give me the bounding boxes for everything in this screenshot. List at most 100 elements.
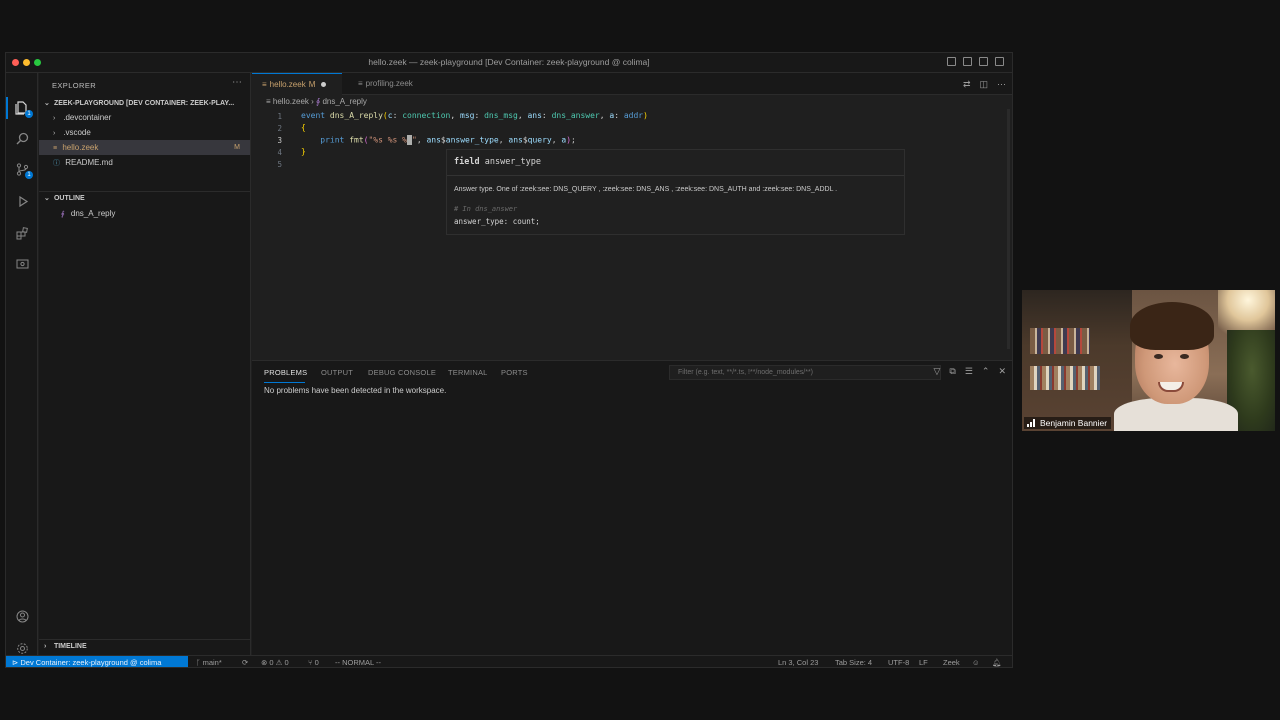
remote-explorer-icon[interactable] [14, 256, 30, 272]
tree-item-readme[interactable]: ⓘ README.md [39, 155, 250, 170]
branch-label: main* [202, 658, 222, 667]
tree-item-label: .vscode [63, 128, 91, 137]
outline-item[interactable]: ∮ dns_A_reply [39, 206, 250, 221]
breadcrumb-file[interactable]: hello.zeek [273, 97, 309, 106]
outline-item-label: dns_A_reply [70, 209, 116, 218]
tab-ports[interactable]: PORTS [501, 368, 528, 377]
zeek-file-icon: ≡ [358, 79, 363, 88]
compare-changes-icon[interactable]: ⇄ [963, 79, 971, 90]
tree-item-label: README.md [65, 158, 113, 167]
root-folder-header[interactable]: ⌄ ZEEK-PLAYGROUND [DEV CONTAINER: ZEEK-P… [39, 97, 250, 111]
ports-status[interactable]: ⑂ 0 [308, 656, 319, 667]
run-debug-icon[interactable] [14, 193, 30, 209]
zeek-file-icon: ≡ [266, 97, 273, 106]
remote-indicator[interactable]: ⊳ Dev Container: zeek-playground @ colim… [6, 656, 188, 667]
zeek-file-icon: ≡ [53, 145, 58, 152]
line-number: 5 [277, 160, 282, 169]
notifications-bell-icon[interactable]: 🔔︎ [992, 656, 1002, 667]
tab-output[interactable]: OUTPUT [321, 368, 353, 377]
timeline-label: TIMELINE [53, 643, 87, 650]
vim-mode: -- NORMAL -- [335, 658, 381, 667]
info-file-icon: ⓘ [53, 160, 60, 167]
hover-divider [447, 175, 904, 176]
tree-item-devcontainer[interactable]: › .devcontainer [39, 110, 250, 125]
git-branch-icon: ᚴ [196, 658, 203, 667]
person-hair [1130, 302, 1214, 350]
title-bar: hello.zeek — zeek-playground [Dev Contai… [6, 53, 1012, 73]
explorer-badge: 1 [25, 110, 33, 118]
error-icon: ⊗ [261, 658, 268, 667]
activity-bar: 1 1 [6, 73, 38, 655]
source-control-icon[interactable]: 1 [14, 161, 33, 179]
account-icon[interactable] [14, 608, 30, 624]
tab-debug-console[interactable]: DEBUG CONSOLE [368, 368, 436, 377]
signal-strength-icon [1027, 419, 1037, 427]
warning-icon: ⚠ [275, 658, 283, 667]
toggle-secondary-sidebar-icon[interactable] [979, 57, 988, 66]
tab-profiling-zeek[interactable]: ≡ profiling.zeek [348, 73, 443, 95]
tab-terminal[interactable]: TERMINAL [448, 368, 488, 377]
view-menu-icon[interactable]: ☰ [965, 366, 973, 377]
toggle-panel-icon[interactable] [963, 57, 972, 66]
split-editor-icon[interactable]: ◫ [979, 79, 988, 90]
line-ending[interactable]: LF [919, 656, 928, 667]
person-eye-left [1154, 354, 1163, 359]
outline-header[interactable]: ⌄ OUTLINE [39, 191, 250, 205]
hover-comment: # In dns_answer [454, 205, 518, 213]
search-icon[interactable] [14, 130, 30, 146]
code-line-1: event dns_A_reply(c: connection, msg: dn… [301, 111, 648, 120]
cursor-position[interactable]: Ln 3, Col 23 [778, 656, 818, 667]
extensions-icon[interactable] [14, 225, 30, 241]
code-line-2: { [301, 123, 306, 132]
webcam-video: Benjamin Bannier [1022, 290, 1275, 431]
status-bar: ⊳ Dev Container: zeek-playground @ colim… [6, 655, 1012, 667]
participant-name-label: Benjamin Bannier [1024, 417, 1112, 429]
toggle-sidebar-icon[interactable] [947, 57, 956, 66]
line-number: 1 [277, 112, 282, 121]
sync-icon[interactable]: ⟳ [242, 656, 248, 667]
panel-actions: ▽ ⧉ ☰ ⌃ ✕ [933, 366, 1006, 377]
participant-name: Benjamin Bannier [1040, 418, 1108, 428]
tab-hello-zeek[interactable]: ≡ hello.zeek M [252, 73, 342, 95]
branch-status[interactable]: ᚴ main* [196, 656, 222, 667]
books-top-row [1030, 328, 1090, 354]
timeline-header[interactable]: › TIMELINE [39, 639, 250, 655]
filter-icon[interactable]: ▽ [933, 366, 940, 377]
window-title: hello.zeek — zeek-playground [Dev Contai… [368, 57, 650, 67]
settings-gear-icon[interactable] [14, 640, 30, 656]
explorer-icon[interactable]: 1 [14, 100, 33, 118]
code-line-3: print fmt("%s %s % ", ans$answer_type, an… [320, 135, 576, 145]
books-bottom-row [1030, 366, 1100, 390]
breadcrumb: ≡ hello.zeek › ∮ dns_A_reply [266, 97, 367, 106]
maximize-panel-icon[interactable]: ⌃ [982, 366, 990, 377]
close-panel-icon[interactable]: ✕ [998, 366, 1006, 377]
tab-problems[interactable]: PROBLEMS [264, 368, 307, 377]
active-tab-underline [264, 382, 305, 383]
warning-count: 0 [284, 658, 289, 667]
source-control-badge: 1 [25, 171, 33, 179]
more-actions-icon[interactable]: ⋯ [232, 77, 242, 88]
tab-size[interactable]: Tab Size: 4 [835, 656, 872, 667]
language-mode[interactable]: Zeek [943, 656, 960, 667]
customize-layout-icon[interactable] [995, 57, 1004, 66]
feedback-icon[interactable]: ☺ [972, 656, 980, 667]
collapse-all-icon[interactable]: ⧉ [949, 366, 955, 377]
root-folder-label: ZEEK-PLAYGROUND [DEV CONTAINER: ZEEK-PLA… [53, 100, 235, 107]
chevron-right-icon: › [44, 643, 47, 650]
problems-filter-input[interactable]: Filter (e.g. text, **/*.ts, !**/node_mod… [669, 365, 941, 380]
chevron-right-icon: › [53, 115, 56, 122]
editor-more-icon[interactable]: ⋯ [997, 79, 1006, 90]
encoding[interactable]: UTF-8 [888, 656, 909, 667]
problems-status[interactable]: ⊗ 0 ⚠ 0 [261, 656, 289, 667]
ports-icon: ⑂ [308, 658, 313, 667]
breadcrumb-symbol[interactable]: dns_A_reply [322, 97, 366, 106]
zeek-file-icon: ≡ [262, 80, 267, 89]
layout-controls [947, 57, 1004, 66]
vscode-window: hello.zeek — zeek-playground [Dev Contai… [5, 52, 1013, 668]
editor-scrollbar[interactable] [1007, 109, 1010, 349]
tree-item-vscode[interactable]: › .vscode [39, 125, 250, 140]
error-count: 0 [269, 658, 274, 667]
tree-item-hello-zeek[interactable]: ≡ hello.zeek M [39, 140, 250, 155]
unsaved-dot-icon[interactable] [321, 82, 327, 88]
remote-label: Dev Container: zeek-playground @ colima [20, 658, 162, 667]
